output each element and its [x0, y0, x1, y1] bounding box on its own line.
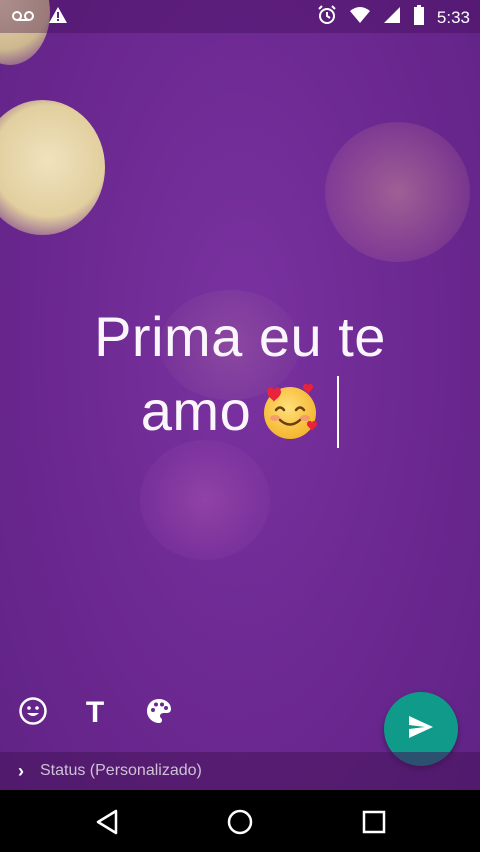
status-text-word: amo: [140, 379, 252, 442]
emoji-icon: [18, 696, 48, 731]
clock-time: 5:33: [436, 7, 470, 27]
recents-button[interactable]: [360, 808, 388, 836]
audience-label: Status (Personalizado): [40, 762, 202, 779]
status-text-input[interactable]: Prima eu te amo: [60, 300, 420, 448]
navigation-bar: [0, 790, 480, 852]
home-icon: [226, 809, 254, 840]
text-style-button[interactable]: T: [78, 696, 112, 730]
status-editor-screen: 5:33 Prima eu te amo T › Status (Persona…: [0, 0, 480, 852]
home-button[interactable]: [226, 808, 254, 836]
bokeh-circle: [140, 440, 270, 560]
warning-icon: [48, 6, 68, 29]
battery-icon: [413, 5, 425, 30]
status-text-line: amo: [60, 374, 420, 448]
voicemail-icon: [12, 8, 34, 28]
bokeh-circle: [325, 122, 470, 262]
chevron-right-icon: ›: [18, 761, 24, 781]
background-color-button[interactable]: [142, 696, 176, 730]
back-icon: [94, 809, 122, 840]
bokeh-circle: [0, 100, 105, 235]
text-cursor: [337, 376, 340, 448]
status-bar: 5:33: [0, 0, 480, 33]
emoji-button[interactable]: [16, 696, 50, 730]
alarm-icon: [317, 5, 337, 30]
send-icon: [407, 714, 435, 745]
text-icon: T: [85, 696, 105, 729]
wifi-icon: [349, 6, 371, 29]
palette-icon: [145, 697, 173, 730]
signal-icon: [383, 6, 401, 29]
back-button[interactable]: [94, 808, 122, 836]
status-audience-bar[interactable]: › Status (Personalizado): [0, 752, 480, 790]
recents-icon: [360, 810, 388, 840]
status-text-line: Prima eu te: [94, 305, 386, 368]
smiling-face-with-hearts-emoji: [259, 380, 321, 442]
